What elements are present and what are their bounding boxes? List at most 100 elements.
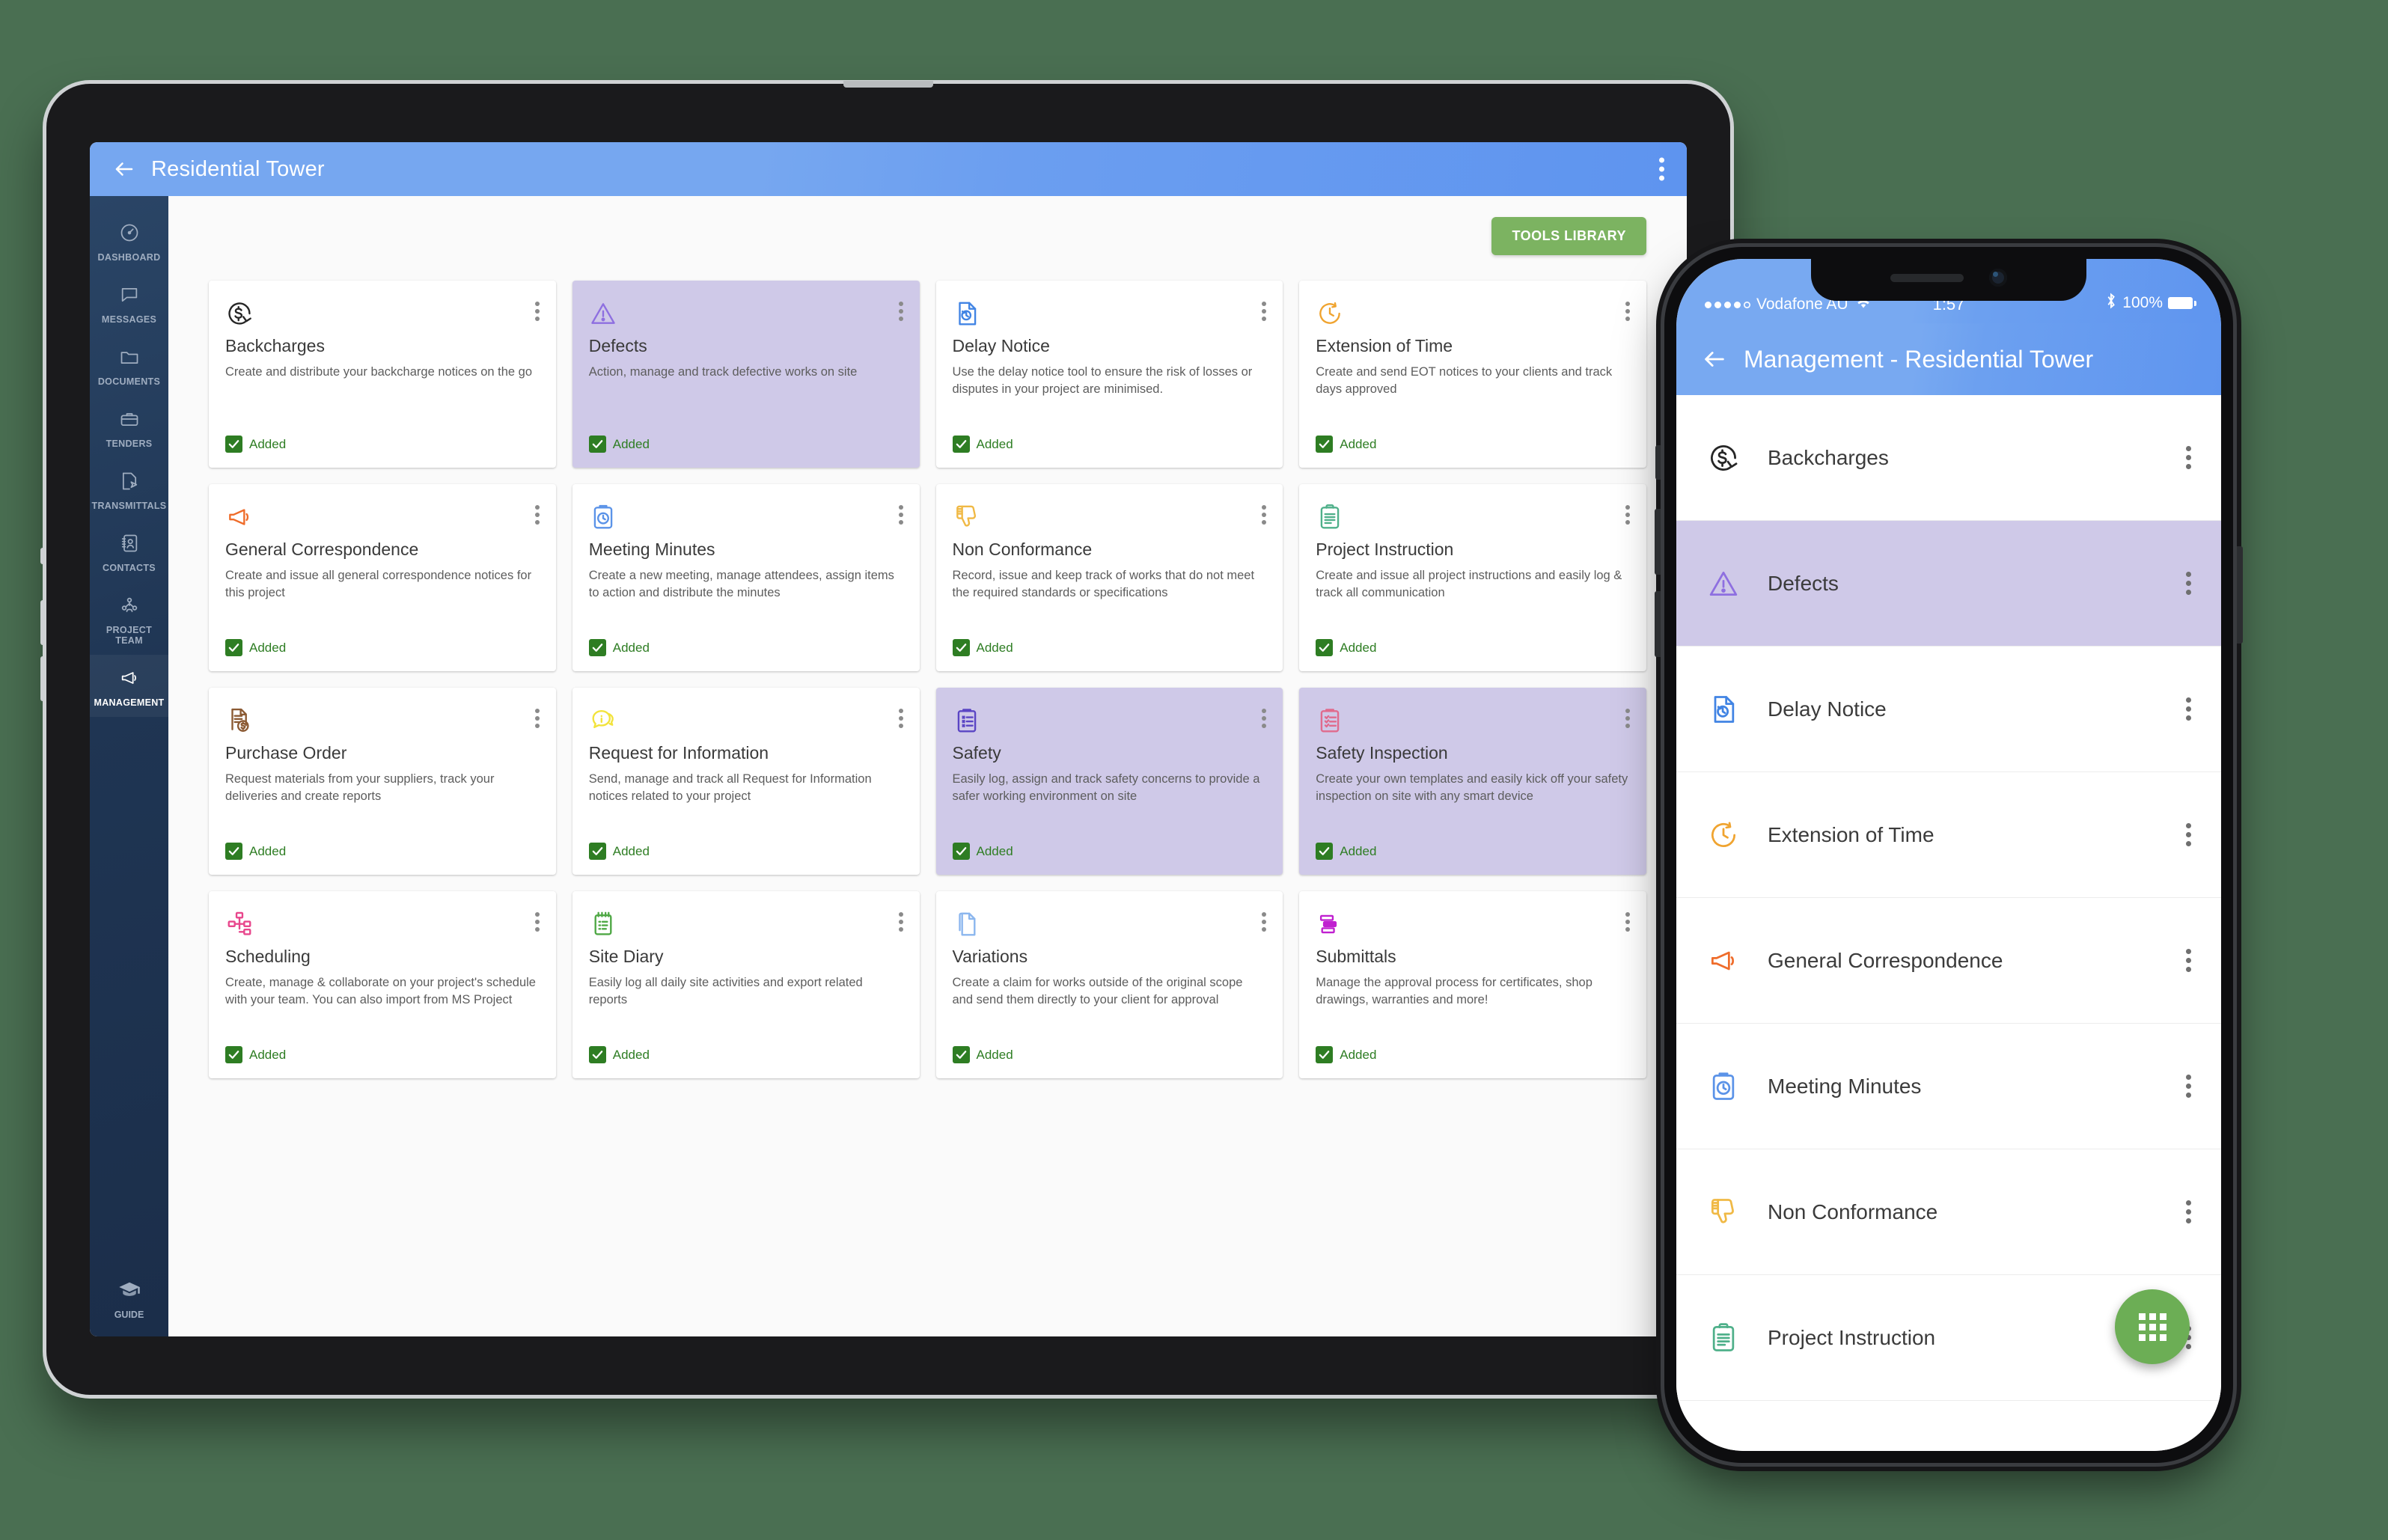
tool-card[interactable]: Backcharges Create and distribute your ba…	[209, 281, 556, 468]
kebab-menu-icon[interactable]	[1625, 297, 1630, 321]
sidebar-item-management[interactable]: MANAGEMENT	[90, 655, 168, 717]
clock-rewind-icon	[1703, 819, 1744, 852]
back-icon[interactable]	[109, 154, 139, 184]
document-copy-icon	[953, 908, 986, 941]
kebab-menu-icon[interactable]	[1262, 704, 1267, 728]
back-icon[interactable]	[1699, 343, 1730, 375]
card-header	[225, 704, 540, 737]
kebab-menu-icon[interactable]	[1625, 704, 1630, 728]
thumbs-down-icon	[953, 501, 986, 534]
card-header	[1316, 704, 1630, 737]
card-status: Added	[588, 826, 903, 860]
kebab-menu-icon[interactable]	[534, 297, 540, 321]
tool-card[interactable]: Purchase Order Request materials from you…	[209, 688, 556, 875]
sidebar-item-label: MANAGEMENT	[94, 697, 165, 708]
kebab-menu-icon[interactable]	[2186, 949, 2191, 972]
kebab-menu-icon[interactable]	[898, 704, 903, 728]
page-title: Residential Tower	[151, 156, 325, 181]
tool-card[interactable]: Non Conformance Record, issue and keep tr…	[935, 484, 1283, 671]
tool-card[interactable]: Variations Create a claim for works outsi…	[935, 891, 1283, 1078]
tool-card[interactable]: Defects Action, manage and track defectiv…	[572, 281, 920, 468]
clipboard-clock-icon	[589, 501, 622, 534]
notepad-icon	[589, 908, 622, 941]
sidebar-item-tenders[interactable]: TENDERS	[90, 396, 168, 458]
kebab-menu-icon[interactable]	[534, 501, 540, 525]
kebab-menu-icon[interactable]	[898, 297, 903, 321]
sidebar-item-documents[interactable]: DOCUMENTS	[90, 334, 168, 396]
kebab-menu-icon[interactable]	[2186, 572, 2191, 595]
kebab-menu-icon[interactable]	[2186, 446, 2191, 469]
warning-triangle-icon	[589, 297, 622, 330]
graduation-cap-icon	[90, 1278, 168, 1304]
kebab-menu-icon[interactable]	[898, 501, 903, 525]
sidebar-item-transmittals[interactable]: TRANSMITTALS	[90, 458, 168, 520]
tool-card[interactable]: Delay Notice Use the delay notice tool to…	[935, 281, 1283, 468]
list-item[interactable]: Meeting Minutes	[1676, 1024, 2221, 1149]
sidebar-item-dashboard[interactable]: DASHBOARD	[90, 210, 168, 272]
megaphone-icon	[225, 501, 258, 534]
tool-card[interactable]: General Correspondence Create and issue a…	[209, 484, 556, 671]
kebab-menu-icon[interactable]	[1262, 501, 1267, 525]
tool-card[interactable]: Submittals Manage the approval process fo…	[1299, 891, 1646, 1078]
list-item[interactable]: Non Conformance	[1676, 1149, 2221, 1275]
phone-volume-up-button	[1655, 509, 1661, 575]
dollar-refresh-icon	[225, 297, 258, 330]
sidebar-item-contacts[interactable]: CONTACTS	[90, 520, 168, 582]
tool-card[interactable]: Safety Inspection Create your own templat…	[1299, 688, 1646, 875]
tool-card[interactable]: Meeting Minutes Create a new meeting, man…	[572, 484, 920, 671]
tools-library-button[interactable]: TOOLS LIBRARY	[1491, 217, 1646, 255]
kebab-menu-icon[interactable]	[1625, 501, 1630, 525]
card-title: Purchase Order	[225, 743, 347, 763]
status-badge: Added	[249, 640, 287, 655]
phone-power-button	[2237, 546, 2243, 644]
kebab-menu-icon[interactable]	[534, 908, 540, 932]
grid-apps-icon[interactable]	[2115, 1289, 2190, 1364]
sidebar-item-label: CONTACTS	[103, 563, 156, 573]
card-header	[589, 704, 903, 737]
check-icon	[952, 436, 970, 453]
card-title: Project Instruction	[1316, 540, 1454, 559]
tool-card[interactable]: Request for Information Send, manage and …	[572, 688, 920, 875]
tool-card[interactable]: Safety Easily log, assign and track safet…	[935, 688, 1283, 875]
card-title: Scheduling	[225, 947, 311, 966]
list-item[interactable]: Extension of Time	[1676, 772, 2221, 898]
tool-card[interactable]: Project Instruction Create and issue all …	[1299, 484, 1646, 671]
kebab-menu-icon[interactable]	[2186, 1200, 2191, 1223]
card-title: Defects	[588, 336, 647, 355]
list-item[interactable]: Backcharges	[1676, 395, 2221, 521]
kebab-menu-icon[interactable]	[1262, 297, 1267, 321]
sidebar-item-guide[interactable]: GUIDE	[90, 1278, 168, 1320]
info-bubble-icon	[589, 704, 622, 737]
card-description: Create a new meeting, manage attendees, …	[588, 569, 894, 600]
status-badge: Added	[1340, 640, 1377, 655]
kebab-menu-icon[interactable]	[534, 704, 540, 728]
gauge-icon	[91, 220, 167, 245]
card-header	[225, 297, 540, 330]
tool-card[interactable]: Site Diary Easily log all daily site acti…	[572, 891, 920, 1078]
sidebar-item-project-team[interactable]: PROJECT TEAM	[90, 582, 168, 655]
status-badge: Added	[249, 843, 287, 858]
org-chart-icon	[225, 908, 258, 941]
phone-device: Vodafone AU 1:57 100% Management - Resid…	[1655, 247, 2243, 1463]
status-badge: Added	[612, 436, 650, 451]
tool-card[interactable]: Scheduling Create, manage & collaborate o…	[209, 891, 556, 1078]
card-title: Safety Inspection	[1316, 743, 1448, 763]
card-description: Create and send EOT notices to your clie…	[1316, 365, 1613, 397]
kebab-menu-icon[interactable]	[2186, 697, 2191, 721]
kebab-menu-icon[interactable]	[1659, 157, 1664, 181]
kebab-menu-icon[interactable]	[2186, 823, 2191, 846]
status-badge: Added	[976, 843, 1013, 858]
sidebar-item-messages[interactable]: MESSAGES	[90, 272, 168, 334]
list-item[interactable]: General Correspondence	[1676, 898, 2221, 1024]
kebab-menu-icon[interactable]	[1262, 908, 1267, 932]
tool-card[interactable]: Extension of Time Create and send EOT not…	[1299, 281, 1646, 468]
kebab-menu-icon[interactable]	[898, 908, 903, 932]
kebab-menu-icon[interactable]	[2186, 1075, 2191, 1098]
list-item[interactable]: Defects	[1676, 521, 2221, 647]
card-title: Extension of Time	[1316, 336, 1453, 355]
kebab-menu-icon[interactable]	[1625, 908, 1630, 932]
card-title: Non Conformance	[952, 540, 1093, 559]
sidebar-item-label: DASHBOARD	[97, 252, 161, 263]
list-item[interactable]: Delay Notice	[1676, 647, 2221, 772]
card-header	[1316, 297, 1630, 330]
